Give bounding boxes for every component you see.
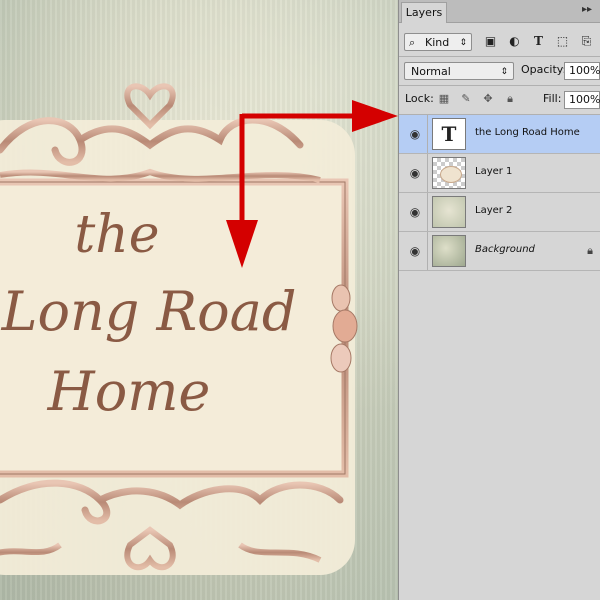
kind-filter-label: Kind [425, 36, 450, 49]
layer-row-background[interactable]: ◉ Background 🔒︎ [399, 232, 600, 271]
layer-filter-row: ⌕ Kind ⇕ ▣ ◐ T ⬚ ⎘ [399, 31, 600, 53]
artwork-text-long-road: Long Road [1, 280, 297, 343]
divider [427, 154, 428, 192]
panel-menu-icon[interactable]: ▸▸ [582, 4, 592, 15]
smart-object-filter-icon[interactable]: ⎘ [579, 34, 594, 49]
divider [427, 232, 428, 270]
lock-label: Lock: [405, 92, 434, 105]
blend-mode-value: Normal [411, 65, 451, 78]
lock-position-icon[interactable]: ✥ [481, 92, 495, 106]
artwork-text-home: Home [47, 360, 211, 423]
document-canvas[interactable]: the Long Road Home [0, 0, 398, 600]
lock-row: Lock: ▦ ✎ ✥ 🔒︎ Fill: 100% [399, 89, 600, 111]
paper-layer-thumb [432, 196, 466, 228]
layer-name: Layer 2 [475, 205, 513, 216]
eye-icon[interactable]: ◉ [406, 205, 424, 219]
image-filter-icon[interactable]: ▣ [483, 34, 498, 49]
layer-row-layer-1[interactable]: ◉ Layer 1 [399, 154, 600, 193]
frame-layer-thumb [432, 157, 466, 189]
divider [399, 56, 600, 57]
layer-row-type[interactable]: ◉ T the Long Road Home [399, 115, 600, 154]
lock-icon: 🔒︎ [587, 244, 593, 257]
shape-filter-icon[interactable]: ⬚ [555, 34, 570, 49]
type-filter-icon[interactable]: T [531, 34, 546, 49]
fill-label: Fill: [543, 92, 562, 105]
lock-transparency-icon[interactable]: ▦ [437, 92, 451, 106]
panel-tab-bar: Layers ▸▸ [399, 0, 600, 23]
fill-input[interactable]: 100% [564, 91, 600, 109]
opacity-input[interactable]: 100% [564, 62, 600, 80]
eye-icon[interactable]: ◉ [406, 244, 424, 258]
eye-icon[interactable]: ◉ [406, 166, 424, 180]
blend-mode-select[interactable]: Normal ⇕ [404, 62, 514, 80]
layer-name: Layer 1 [475, 166, 513, 177]
kind-filter-select[interactable]: ⌕ Kind ⇕ [404, 33, 472, 51]
adjustment-filter-icon[interactable]: ◐ [507, 34, 522, 49]
divider [427, 115, 428, 153]
search-icon: ⌕ [409, 36, 416, 49]
lock-all-icon[interactable]: 🔒︎ [503, 92, 517, 106]
eye-icon[interactable]: ◉ [406, 127, 424, 141]
chevron-updown-icon: ⇕ [500, 67, 508, 77]
chevron-updown-icon: ⇕ [459, 38, 467, 48]
background-layer-thumb [432, 235, 466, 267]
opacity-label: Opacity: [521, 63, 567, 76]
layer-row-layer-2[interactable]: ◉ Layer 2 [399, 193, 600, 232]
layer-name: the Long Road Home [475, 127, 580, 138]
blend-row: Normal ⇕ Opacity: 100% [399, 60, 600, 82]
artwork-text-the: the [74, 205, 160, 265]
layers-panel: Layers ▸▸ ⌕ Kind ⇕ ▣ ◐ T ⬚ ⎘ Normal ⇕ Op… [398, 0, 600, 600]
type-layer-thumb: T [432, 118, 466, 150]
tab-layers[interactable]: Layers [401, 2, 447, 23]
layer-name: Background [475, 244, 535, 255]
frame-thumb-shape [440, 166, 462, 183]
divider [427, 193, 428, 231]
divider [399, 85, 600, 86]
lock-brush-icon[interactable]: ✎ [459, 92, 473, 106]
